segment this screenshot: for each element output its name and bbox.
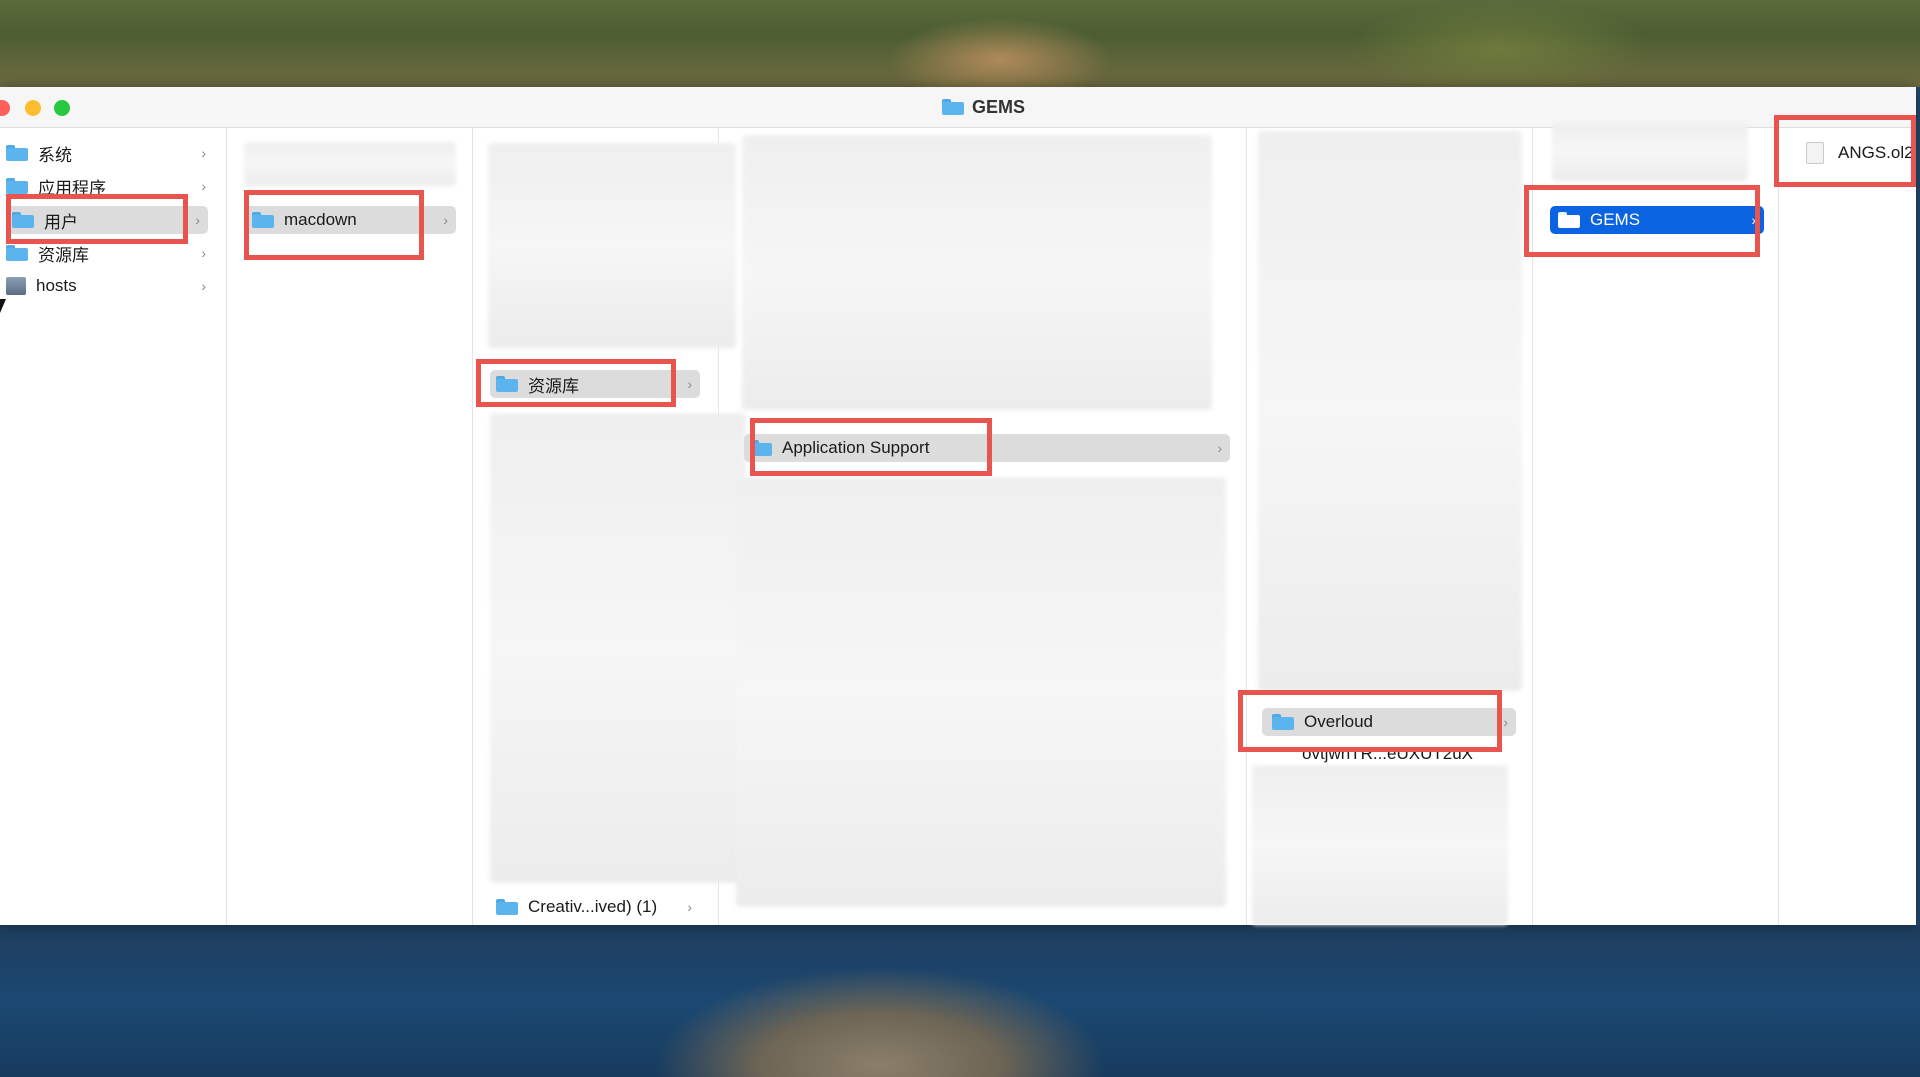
title-bar: GEMS: [0, 87, 1916, 128]
list-item-library[interactable]: 资源库 ›: [490, 370, 700, 398]
chevron-right-icon: ›: [201, 245, 206, 261]
chevron-right-icon: ›: [1217, 440, 1222, 456]
blurred-region: [488, 143, 736, 348]
window-title-text: GEMS: [972, 96, 1026, 117]
list-item[interactable]: 系统 ›: [6, 139, 206, 167]
document-icon: [1806, 142, 1824, 164]
folder-icon: [252, 212, 274, 228]
zoom-button[interactable]: [54, 100, 70, 116]
list-item[interactable]: Creativ...ived) (1) ›: [496, 893, 696, 921]
chevron-right-icon: ›: [201, 145, 206, 161]
chevron-right-icon: ›: [687, 376, 692, 392]
chevron-right-icon: ›: [687, 899, 692, 915]
column-divider[interactable]: [1778, 127, 1779, 925]
disk-icon: [6, 277, 26, 295]
column-divider[interactable]: [226, 127, 227, 925]
list-item[interactable]: hosts ›: [6, 272, 206, 300]
list-item[interactable]: ovtjwhTR...eUXUT2uX: [1290, 740, 1520, 768]
folder-icon: [1272, 714, 1294, 730]
folder-icon: [6, 145, 28, 161]
minimize-button[interactable]: [25, 100, 41, 116]
column-divider[interactable]: [1532, 127, 1533, 925]
list-item-gems[interactable]: GEMS ›: [1550, 206, 1764, 234]
desktop-wallpaper-top: [0, 0, 1920, 87]
list-item[interactable]: 应用程序 ›: [6, 172, 206, 200]
chevron-right-icon: ›: [195, 212, 200, 228]
chevron-right-icon: ›: [201, 178, 206, 194]
list-item-users[interactable]: 用户 ›: [6, 206, 208, 234]
folder-icon: [12, 212, 34, 228]
blurred-region: [490, 413, 746, 883]
list-item-overloud[interactable]: Overloud ›: [1262, 708, 1516, 736]
list-item-application-support[interactable]: Application Support ›: [744, 434, 1230, 462]
chevron-right-icon: ›: [443, 212, 448, 228]
chevron-right-icon: ›: [1503, 714, 1508, 730]
blurred-region: [244, 142, 456, 186]
blurred-region: [742, 135, 1212, 410]
blurred-region: [1252, 765, 1508, 925]
folder-icon: [942, 99, 964, 115]
folder-icon: [1558, 212, 1580, 228]
list-item-macdown[interactable]: macdown ›: [246, 206, 456, 234]
folder-icon: [496, 899, 518, 915]
desktop-wallpaper-bottom: [0, 925, 1920, 1077]
blurred-region: [1552, 123, 1748, 181]
blurred-region: [736, 477, 1226, 907]
close-button[interactable]: [0, 100, 10, 116]
folder-icon: [6, 178, 28, 194]
list-item[interactable]: 资源库 ›: [6, 239, 206, 267]
folder-icon: [496, 376, 518, 392]
chevron-right-icon: ›: [201, 278, 206, 294]
column-divider[interactable]: [472, 127, 473, 925]
column-divider[interactable]: [1246, 127, 1247, 925]
list-item-file[interactable]: ANGS.ol2: [1806, 139, 1916, 167]
blurred-region: [1258, 131, 1522, 691]
folder-icon: [6, 245, 28, 261]
mouse-cursor-icon: [0, 299, 6, 313]
window-title: GEMS: [942, 95, 1025, 119]
finder-window: GEMS 系统 › 应用程序 › 用户 › 资源库 › hosts › macd…: [0, 87, 1916, 925]
folder-icon: [750, 440, 772, 456]
chevron-right-icon: ›: [1751, 212, 1756, 228]
